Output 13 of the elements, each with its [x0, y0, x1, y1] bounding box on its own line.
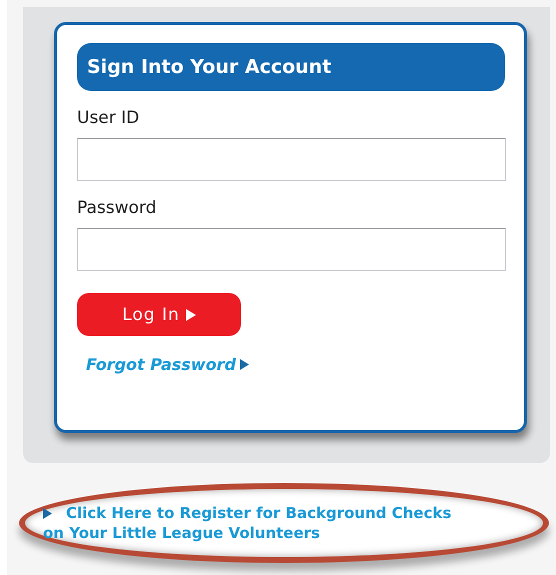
triangle-icon: [43, 508, 52, 518]
field-label: User ID: [77, 108, 140, 128]
card-title: Sign Into Your Account: [87, 56, 332, 78]
triangle-icon: [240, 359, 249, 370]
login-button[interactable]: Log In: [77, 293, 241, 336]
input-field[interactable]: [77, 138, 506, 181]
field-label: Password: [77, 198, 156, 218]
forgot-password-link[interactable]: Forgot Password: [86, 355, 249, 374]
triangle-icon: [186, 308, 196, 320]
input-field[interactable]: [77, 228, 506, 271]
link-text[interactable]: Click Here to Register for Background Checks: [66, 503, 452, 523]
register-link[interactable]: Click Here to Register for Background Checks on Your Little League Volunteers: [43, 503, 452, 543]
link-text[interactable]: on Your Little League Volunteers: [43, 523, 452, 543]
